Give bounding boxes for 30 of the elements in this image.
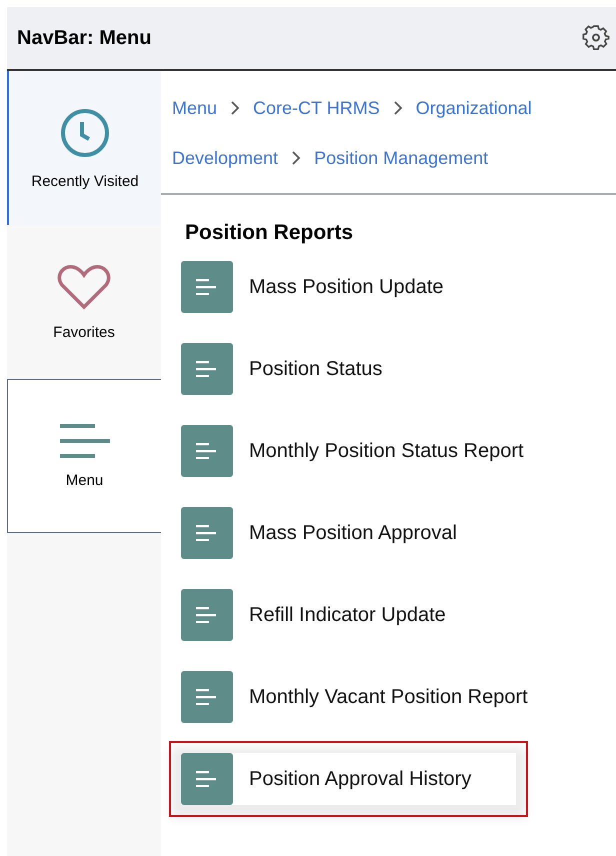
report-link[interactable]: Position Status [181,343,382,395]
section-title: Position Reports [185,221,354,245]
report-link[interactable]: Monthly Vacant Position Report [181,671,528,723]
breadcrumb-link[interactable]: Organizational [416,83,532,133]
document-icon [181,753,233,805]
report-link[interactable]: Refill Indicator Update [181,589,446,641]
document-icon [181,261,233,313]
breadcrumb-link[interactable]: Development [172,133,278,183]
breadcrumb-link[interactable]: Core-CT HRMS [253,83,380,133]
document-icon [181,343,233,395]
breadcrumb-link[interactable]: Position Management [314,133,488,183]
tab-label: Menu [66,472,104,488]
clock-icon [59,106,111,158]
sidebar-tab[interactable]: Recently Visited [7,71,161,225]
tab-label: Favorites [53,324,115,340]
report-link[interactable]: Mass Position Approval [181,507,457,559]
settings-icon[interactable] [582,24,610,52]
document-icon [181,589,233,641]
report-link[interactable]: Position Approval History [181,753,516,805]
report-link[interactable]: Mass Position Update [181,261,444,313]
window-title: NavBar: Menu [17,26,152,50]
menu-icon [60,424,110,458]
tab-label: Recently Visited [31,172,139,190]
report-link[interactable]: Monthly Position Status Report [181,425,524,477]
document-icon [181,425,233,477]
document-icon [181,507,233,559]
document-icon [181,671,233,723]
heart-icon [57,264,111,310]
breadcrumb-link[interactable]: Menu [172,83,218,133]
sidebar-tab[interactable]: Menu [7,379,161,533]
